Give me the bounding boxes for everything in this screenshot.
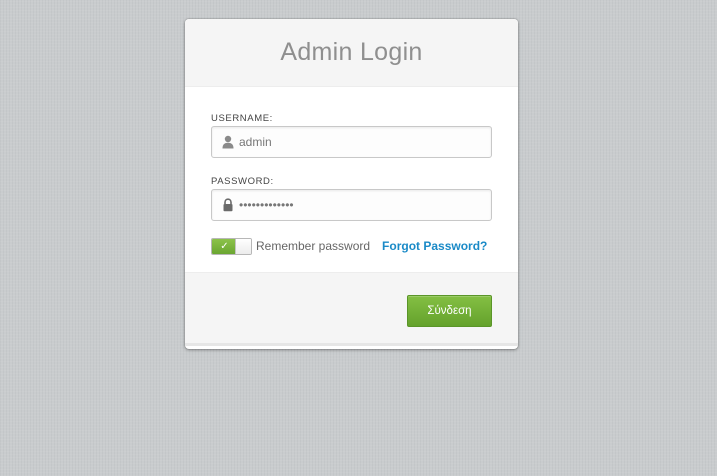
login-button[interactable]: Σύνδεση xyxy=(407,295,492,327)
lock-icon xyxy=(223,198,233,212)
login-header: Admin Login xyxy=(185,19,518,87)
user-icon xyxy=(222,135,234,149)
password-input-wrapper[interactable] xyxy=(211,189,492,221)
login-form: USERNAME: PASSWORD: ✓ Remember password … xyxy=(185,87,518,272)
username-input-wrapper[interactable] xyxy=(211,126,492,158)
username-label: USERNAME: xyxy=(211,113,273,124)
password-input[interactable] xyxy=(239,190,484,220)
password-label: PASSWORD: xyxy=(211,176,274,187)
username-input[interactable] xyxy=(239,127,484,157)
remember-row: ✓ Remember password Forgot Password? xyxy=(211,237,487,255)
remember-password-label[interactable]: Remember password xyxy=(256,239,370,253)
check-icon: ✓ xyxy=(212,238,237,254)
remember-password-toggle[interactable]: ✓ xyxy=(211,237,252,255)
toggle-knob[interactable] xyxy=(235,238,251,254)
login-panel: Admin Login USERNAME: PASSWORD: ✓ Rememb… xyxy=(185,19,518,349)
page-title: Admin Login xyxy=(280,38,423,66)
login-footer: Σύνδεση xyxy=(185,272,518,346)
forgot-password-link[interactable]: Forgot Password? xyxy=(382,239,487,253)
footer-divider xyxy=(185,343,518,346)
